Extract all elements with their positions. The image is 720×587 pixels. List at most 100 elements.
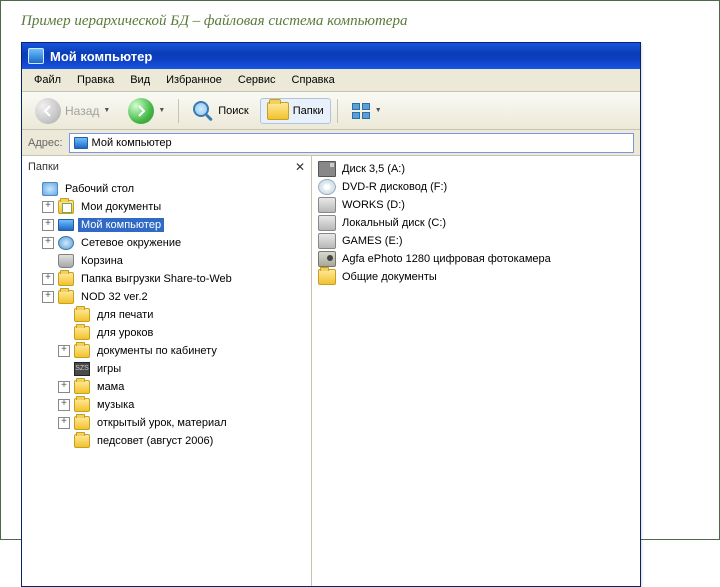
folder-tree: Рабочий стол + Мои документы +Мой компьютер… bbox=[22, 178, 311, 454]
folder-icon bbox=[74, 416, 90, 430]
expand-plus-icon[interactable]: + bbox=[58, 417, 70, 429]
list-item-label: Общие документы bbox=[342, 271, 437, 283]
tree-item-label: Папка выгрузки Share-to-Web bbox=[78, 272, 235, 286]
tree-item-label: Мои документы bbox=[78, 200, 164, 214]
menu-item[interactable]: Избранное bbox=[158, 71, 230, 89]
tree-item-label: открытый урок, материал bbox=[94, 416, 230, 430]
tree-item[interactable]: + открытый урок, материал bbox=[26, 414, 311, 432]
folder-icon bbox=[74, 434, 90, 448]
expand-plus-icon[interactable]: + bbox=[58, 345, 70, 357]
chevron-down-icon: ▼ bbox=[158, 107, 165, 114]
my-computer-icon bbox=[58, 219, 74, 231]
menu-item[interactable]: Вид bbox=[122, 71, 158, 89]
list-item-label: GAMES (E:) bbox=[342, 235, 403, 247]
close-icon[interactable]: ✕ bbox=[295, 160, 305, 174]
back-arrow-icon bbox=[35, 98, 61, 124]
folders-pane: Папки ✕ Рабочий стол + Мои документы +Мой к… bbox=[22, 156, 312, 586]
address-bar: Адрес: Мой компьютер bbox=[22, 130, 640, 156]
folder-icon bbox=[58, 272, 74, 286]
list-item[interactable]: WORKS (D:) bbox=[316, 196, 636, 214]
list-item[interactable]: Локальный диск (C:) bbox=[316, 214, 636, 232]
tree-item[interactable]: + документы по кабинету bbox=[26, 342, 311, 360]
camera-icon bbox=[318, 251, 336, 267]
list-item[interactable]: Agfa ePhoto 1280 цифровая фотокамера bbox=[316, 250, 636, 268]
address-input[interactable]: Мой компьютер bbox=[69, 133, 634, 153]
menu-item[interactable]: Справка bbox=[284, 71, 343, 89]
tree-item[interactable]: SZSигры bbox=[26, 360, 311, 378]
folders-button[interactable]: Папки bbox=[260, 98, 331, 124]
menu-item[interactable]: Файл bbox=[26, 71, 69, 89]
list-pane: Диск 3,5 (A:) DVD-R дисковод (F:) WORKS (D… bbox=[312, 156, 640, 586]
tree-item[interactable]: + Мои документы bbox=[26, 198, 311, 216]
list-item[interactable]: DVD-R дисковод (F:) bbox=[316, 178, 636, 196]
expand-plus-icon[interactable]: + bbox=[42, 219, 54, 231]
toolbar-separator bbox=[337, 99, 338, 123]
address-value: Мой компьютер bbox=[92, 137, 172, 149]
tree-item[interactable]: +мама bbox=[26, 378, 311, 396]
menu-item[interactable]: Сервис bbox=[230, 71, 284, 89]
views-button[interactable]: ▼ bbox=[344, 98, 389, 124]
tree-item-label: документы по кабинету bbox=[94, 344, 220, 358]
search-button[interactable]: Поиск bbox=[185, 96, 255, 126]
list-item[interactable]: GAMES (E:) bbox=[316, 232, 636, 250]
back-label: Назад bbox=[65, 104, 99, 118]
tree-item-label: Корзина bbox=[78, 254, 126, 268]
chevron-down-icon: ▼ bbox=[103, 107, 110, 114]
list-item[interactable]: Общие документы bbox=[316, 268, 636, 286]
expand-plus-icon[interactable]: + bbox=[42, 291, 54, 303]
forward-arrow-icon bbox=[128, 98, 154, 124]
folder-icon bbox=[58, 290, 74, 304]
menu-item[interactable]: Правка bbox=[69, 71, 122, 89]
tree-spacer bbox=[58, 435, 70, 447]
tree-item[interactable]: + Папка выгрузки Share-to-Web bbox=[26, 270, 311, 288]
list-item-label: Локальный диск (C:) bbox=[342, 217, 446, 229]
tree-item[interactable]: Рабочий стол bbox=[26, 180, 311, 198]
recycle-bin-icon bbox=[58, 254, 74, 268]
tree-item[interactable]: Корзина bbox=[26, 252, 311, 270]
tree-item-label: педсовет (август 2006) bbox=[94, 434, 216, 448]
tree-spacer bbox=[26, 183, 38, 195]
dvd-drive-icon bbox=[318, 179, 336, 195]
search-label: Поиск bbox=[218, 105, 248, 117]
list-item[interactable]: Диск 3,5 (A:) bbox=[316, 160, 636, 178]
expand-plus-icon[interactable]: + bbox=[42, 237, 54, 249]
folder-icon bbox=[267, 102, 289, 120]
expand-plus-icon[interactable]: + bbox=[42, 201, 54, 213]
tree-item[interactable]: + музыка bbox=[26, 396, 311, 414]
my-documents-icon bbox=[58, 200, 74, 214]
tree-item-label: музыка bbox=[94, 398, 137, 412]
toolbar: Назад ▼ ▼ Поиск Папки ▼ bbox=[22, 92, 640, 130]
hard-drive-icon bbox=[318, 197, 336, 213]
expand-plus-icon[interactable]: + bbox=[58, 381, 70, 393]
hard-drive-icon bbox=[318, 215, 336, 231]
toolbar-separator bbox=[178, 99, 179, 123]
content-area: Папки ✕ Рабочий стол + Мои документы +Мой к… bbox=[22, 156, 640, 586]
my-computer-icon bbox=[74, 137, 88, 149]
back-button[interactable]: Назад ▼ bbox=[28, 94, 117, 128]
my-computer-icon bbox=[28, 48, 44, 64]
window-title: Мой компьютер bbox=[50, 49, 152, 64]
list-item-label: Диск 3,5 (A:) bbox=[342, 163, 405, 175]
desktop-icon bbox=[42, 182, 58, 196]
tree-item[interactable]: для уроков bbox=[26, 324, 311, 342]
expand-plus-icon[interactable]: + bbox=[42, 273, 54, 285]
expand-plus-icon[interactable]: + bbox=[58, 399, 70, 411]
folder-icon bbox=[74, 344, 90, 358]
app-icon: SZS bbox=[74, 362, 90, 376]
window-titlebar: Мой компьютер bbox=[22, 43, 640, 69]
forward-button[interactable]: ▼ bbox=[121, 94, 172, 128]
tree-item-label: для печати bbox=[94, 308, 156, 322]
tree-item[interactable]: + NOD 32 ver.2 bbox=[26, 288, 311, 306]
explorer-window: Мой компьютер ФайлПравкаВидИзбранноеСерв… bbox=[21, 42, 641, 587]
folders-pane-header: Папки ✕ bbox=[22, 156, 311, 178]
tree-item[interactable]: педсовет (август 2006) bbox=[26, 432, 311, 450]
tree-item-label: NOD 32 ver.2 bbox=[78, 290, 151, 304]
list-item-label: DVD-R дисковод (F:) bbox=[342, 181, 447, 193]
tree-item[interactable]: +Мой компьютер bbox=[26, 216, 311, 234]
folders-label: Папки bbox=[293, 105, 324, 117]
folder-icon bbox=[74, 398, 90, 412]
tree-item[interactable]: для печати bbox=[26, 306, 311, 324]
tree-spacer bbox=[58, 363, 70, 375]
tree-item-label: для уроков bbox=[94, 326, 156, 340]
tree-item[interactable]: +Сетевое окружение bbox=[26, 234, 311, 252]
